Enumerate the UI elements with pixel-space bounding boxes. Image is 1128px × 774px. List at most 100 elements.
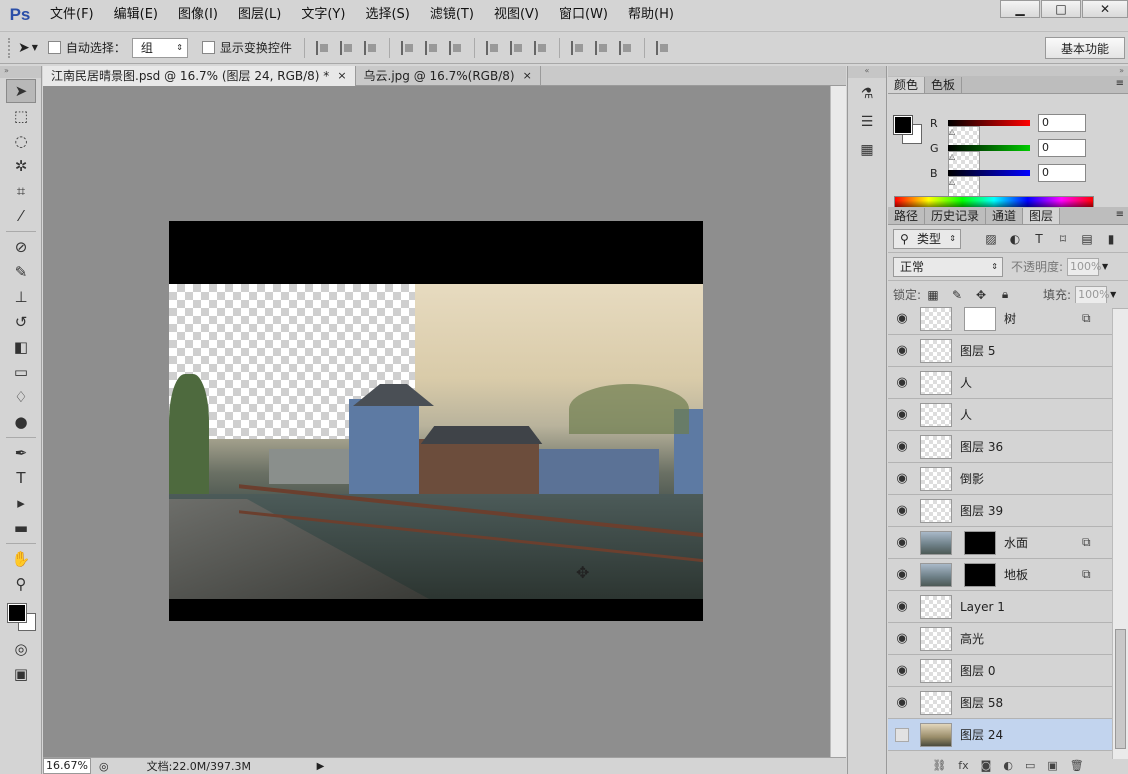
layer-name[interactable]: 图层 36 bbox=[960, 438, 1112, 455]
layer-row[interactable]: ◉ 人 bbox=[888, 367, 1112, 399]
menu-file[interactable]: 文件(F) bbox=[40, 0, 104, 30]
new-layer-icon[interactable]: ▣ bbox=[1047, 759, 1057, 774]
auto-select-checkbox[interactable] bbox=[47, 41, 61, 54]
layer-row[interactable]: ◉ 图层 5 bbox=[888, 335, 1112, 367]
magic-wand-tool-icon[interactable]: ✲ bbox=[6, 154, 36, 178]
align-vcenter-icon[interactable] bbox=[339, 40, 354, 55]
properties-panel-icon[interactable]: ☰ bbox=[852, 110, 882, 134]
strip-collapse[interactable]: « bbox=[848, 66, 886, 78]
tab-swatches[interactable]: 色板 bbox=[925, 77, 963, 93]
layer-thumbnail[interactable] bbox=[920, 594, 952, 619]
opacity-input[interactable]: 100% bbox=[1067, 257, 1102, 276]
eye-icon[interactable]: ◉ bbox=[888, 311, 916, 326]
blend-mode-dropdown[interactable]: 正常 ⇕ bbox=[893, 256, 1003, 277]
eye-icon[interactable]: ◉ bbox=[888, 343, 916, 358]
toolbox-collapse[interactable]: » bbox=[0, 66, 41, 78]
tab-layers[interactable]: 图层 bbox=[1023, 208, 1061, 224]
layer-thumbnail[interactable] bbox=[920, 402, 952, 427]
shape-tool-icon[interactable]: ▬ bbox=[6, 516, 36, 540]
eye-icon[interactable]: ◉ bbox=[888, 375, 916, 390]
blue-input[interactable]: 0 bbox=[1038, 164, 1086, 182]
close-button[interactable]: ✕ bbox=[1082, 0, 1128, 18]
panel-menu-icon[interactable]: ≡ bbox=[1116, 78, 1124, 89]
screen-mode-icon[interactable]: ▣ bbox=[6, 662, 36, 686]
menu-window[interactable]: 窗口(W) bbox=[549, 0, 618, 30]
filter-type-icon[interactable]: T bbox=[1031, 231, 1047, 247]
align-bottom-icon[interactable] bbox=[363, 40, 378, 55]
healing-brush-tool-icon[interactable]: ⊘ bbox=[6, 235, 36, 259]
close-icon[interactable]: × bbox=[523, 66, 532, 86]
layer-row[interactable]: ◉ 图层 36 bbox=[888, 431, 1112, 463]
layer-thumbnail[interactable] bbox=[920, 466, 952, 491]
maximize-button[interactable]: □ bbox=[1041, 0, 1081, 18]
panels-collapse[interactable]: » bbox=[888, 66, 1128, 76]
foreground-color-swatch[interactable] bbox=[893, 115, 913, 135]
quick-mask-icon[interactable]: ◎ bbox=[6, 637, 36, 661]
layer-thumbnail[interactable] bbox=[920, 722, 952, 747]
type-tool-icon[interactable]: T bbox=[6, 466, 36, 490]
layer-row[interactable]: ◉ 倒影 bbox=[888, 463, 1112, 495]
3d-panel-icon[interactable]: ▦ bbox=[852, 138, 882, 162]
menu-filter[interactable]: 滤镜(T) bbox=[420, 0, 484, 30]
align-left-icon[interactable] bbox=[400, 40, 415, 55]
filter-pixel-icon[interactable]: ▨ bbox=[983, 231, 999, 247]
align-top-icon[interactable] bbox=[315, 40, 330, 55]
chevron-down-icon[interactable]: ▼ bbox=[1110, 290, 1116, 299]
tab-jiangnan-psd[interactable]: 江南民居晴景图.psd @ 16.7% (图层 24, RGB/8) * × bbox=[43, 66, 356, 86]
layer-name[interactable]: 水面 bbox=[1004, 534, 1082, 551]
layer-style-icon[interactable]: fx bbox=[958, 759, 968, 774]
distribute-top-icon[interactable] bbox=[485, 40, 500, 55]
eye-icon[interactable]: ◉ bbox=[888, 567, 916, 582]
brush-tool-icon[interactable]: ✎ bbox=[6, 260, 36, 284]
green-input[interactable]: 0 bbox=[1038, 139, 1086, 157]
visibility-toggle[interactable] bbox=[895, 727, 909, 742]
menu-layer[interactable]: 图层(L) bbox=[228, 0, 291, 30]
layer-thumbnail[interactable] bbox=[920, 690, 952, 715]
color-swatches[interactable] bbox=[6, 600, 41, 636]
layer-thumbnail[interactable] bbox=[920, 370, 952, 395]
layer-mask-thumbnail[interactable] bbox=[964, 562, 996, 587]
layer-name[interactable]: 图层 24 bbox=[960, 726, 1112, 743]
menu-edit[interactable]: 编辑(E) bbox=[104, 0, 168, 30]
layer-thumbnail[interactable] bbox=[920, 626, 952, 651]
layer-name[interactable]: 图层 5 bbox=[960, 342, 1112, 359]
layer-thumbnail[interactable] bbox=[920, 338, 952, 363]
marquee-tool-icon[interactable]: ⬚ bbox=[6, 104, 36, 128]
tab-color[interactable]: 颜色 bbox=[888, 77, 926, 93]
eye-icon[interactable]: ◉ bbox=[888, 439, 916, 454]
auto-align-icon[interactable] bbox=[655, 40, 670, 55]
layer-name[interactable]: 高光 bbox=[960, 630, 1112, 647]
layer-name[interactable]: 人 bbox=[960, 374, 1112, 391]
eye-icon[interactable]: ◉ bbox=[888, 599, 916, 614]
zoom-tool-icon[interactable]: ⚲ bbox=[6, 572, 36, 596]
layer-row[interactable]: ◉ 图层 58 bbox=[888, 687, 1112, 719]
filter-adjustment-icon[interactable]: ◐ bbox=[1007, 231, 1023, 247]
eye-icon[interactable]: ◉ bbox=[888, 695, 916, 710]
layer-name[interactable]: Layer 1 bbox=[960, 600, 1112, 614]
options-grip[interactable] bbox=[8, 37, 12, 58]
layer-row[interactable]: ◉ 人 bbox=[888, 399, 1112, 431]
layer-name[interactable]: 图层 39 bbox=[960, 502, 1112, 519]
eyedropper-tool-icon[interactable]: ⁄ bbox=[6, 204, 36, 228]
distribute-vcenter-icon[interactable] bbox=[509, 40, 524, 55]
lock-all-icon[interactable]: 🔒︎ bbox=[997, 287, 1013, 303]
delete-layer-icon[interactable]: 🗑︎ bbox=[1070, 759, 1084, 774]
zoom-level-field[interactable]: 16.67% bbox=[43, 758, 91, 774]
dodge-tool-icon[interactable]: ● bbox=[6, 410, 36, 434]
layer-row[interactable]: ◉ 图层 39 bbox=[888, 495, 1112, 527]
add-mask-icon[interactable]: ◙ bbox=[981, 759, 992, 774]
layer-name[interactable]: 人 bbox=[960, 406, 1112, 423]
layer-name[interactable]: 图层 0 bbox=[960, 662, 1112, 679]
adjustments-panel-icon[interactable]: ⚗ bbox=[852, 82, 882, 106]
transform-controls-checkbox[interactable] bbox=[201, 41, 215, 54]
pen-tool-icon[interactable]: ✒ bbox=[6, 441, 36, 465]
move-tool-icon[interactable]: ➤ bbox=[6, 79, 36, 103]
lock-position-icon[interactable]: ✥ bbox=[973, 287, 989, 303]
menu-view[interactable]: 视图(V) bbox=[484, 0, 549, 30]
layer-row[interactable]: ◉ 水面 ⧉ bbox=[888, 527, 1112, 559]
tab-wuyun-jpg[interactable]: 乌云.jpg @ 16.7%(RGB/8) × bbox=[356, 66, 541, 86]
menu-type[interactable]: 文字(Y) bbox=[291, 0, 355, 30]
layer-name[interactable]: 倒影 bbox=[960, 470, 1112, 487]
filter-kind-dropdown[interactable]: ⚲ 类型 ⇕ bbox=[893, 228, 961, 249]
filter-smart-object-icon[interactable]: ▤ bbox=[1079, 231, 1095, 247]
